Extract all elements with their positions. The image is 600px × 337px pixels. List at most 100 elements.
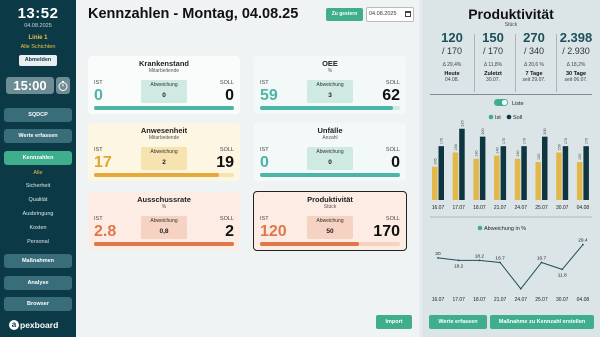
soll-label: SOLL [219, 216, 234, 222]
page-title: Kennzahlen - Montag, 04.08.25 [88, 6, 299, 22]
bar-ist[interactable] [556, 152, 562, 201]
kpis-button[interactable]: Kennzahlen [4, 151, 72, 165]
soll-label: SOLL [385, 216, 400, 222]
bar-soll[interactable] [583, 146, 589, 200]
bar-soll[interactable] [542, 136, 548, 200]
bar-soll[interactable] [521, 146, 527, 200]
progress-fill [260, 106, 393, 110]
bar-soll[interactable] [562, 146, 569, 200]
kpi-unit: Anzahl [322, 135, 338, 141]
panel-enter-values-button[interactable]: Werte erfassen [429, 315, 487, 329]
apexboard-logo: a pexboard [9, 319, 73, 331]
list-toggle[interactable]: Liste [494, 99, 524, 107]
bar-soll[interactable] [438, 146, 445, 200]
deviation-point[interactable] [457, 259, 460, 262]
bar-ist[interactable] [473, 158, 479, 200]
bar-value-label: 150 [454, 144, 458, 150]
analysis-button[interactable]: Analyse [4, 276, 72, 290]
toggle-label: Liste [512, 101, 524, 107]
x-tick-label: 18.07 [473, 297, 486, 303]
kpi-card-oee[interactable]: OEE % IST SOLL 59 62 Abweichung 3 [254, 56, 406, 114]
ist-label: IST [260, 80, 269, 86]
kpi-card-sick-leave[interactable]: Krankenstand Mitarbeitende IST SOLL 0 0 … [88, 56, 240, 114]
kpi-card-attendance[interactable]: Anwesenheit Mitarbeitende IST SOLL 17 19… [88, 123, 240, 181]
ist-label: IST [260, 147, 269, 153]
stat-value: 2.398 [559, 30, 593, 45]
x-tick-label: 04.08 [577, 205, 590, 211]
previous-day-button[interactable]: Zu gestern [326, 8, 363, 21]
kpi-title: Produktivität [307, 195, 353, 204]
enter-values-button[interactable]: Werte erfassen [4, 129, 72, 143]
filter-costs[interactable]: Kosten [0, 225, 76, 231]
filter-quality[interactable]: Qualität [0, 197, 76, 203]
bar-ist[interactable] [494, 155, 500, 200]
bar-ist[interactable] [576, 162, 583, 200]
deviation-point[interactable] [561, 268, 564, 271]
deviation-point[interactable] [582, 243, 584, 246]
soll-value: 0 [391, 154, 400, 171]
deviation-point[interactable] [540, 261, 543, 264]
bar-soll[interactable] [459, 128, 465, 200]
bar-ist[interactable] [535, 162, 542, 200]
toggle-knob[interactable] [501, 99, 508, 106]
bar-value-label: 170 [502, 138, 506, 144]
deviation-label: 29.4 [578, 238, 588, 244]
filter-personnel[interactable]: Personal [0, 239, 76, 245]
deviation-point[interactable] [437, 256, 439, 259]
kpi-card-accidents[interactable]: Unfälle Anzahl IST SOLL 0 0 Abweichung 0 [254, 123, 406, 181]
deviation-point[interactable] [519, 287, 522, 290]
bar-ist[interactable] [514, 158, 521, 200]
deviation-label: 16.7 [495, 256, 505, 262]
bar-ist[interactable] [432, 166, 438, 200]
bar-value-label: 120 [578, 154, 582, 160]
stat-target: / 2.930 [562, 46, 590, 56]
bar-soll[interactable] [500, 146, 507, 200]
logout-button[interactable]: Abmelden [19, 55, 57, 66]
stat-30-days: 2.398 / 2.930 Δ 18,2% 30 Tage seit 06.07… [554, 30, 598, 83]
kpi-unit: Mitarbeitende [148, 68, 180, 74]
kpi-card-productivity[interactable]: Produktivität Stück IST SOLL 120 170 Abw… [253, 191, 407, 251]
stat-delta: Δ 29,4% [442, 62, 462, 68]
legend-ist: Ist [495, 115, 501, 121]
deviation-value: 0 [328, 159, 332, 166]
browser-button[interactable]: Browser [4, 297, 72, 311]
filter-safety[interactable]: Sicherheit [0, 183, 76, 189]
filter-all[interactable]: Alle [0, 170, 76, 176]
timer-button[interactable] [56, 77, 70, 94]
import-button[interactable]: Import [376, 315, 412, 329]
line-selector[interactable]: Linie 1 [0, 35, 76, 41]
measures-button[interactable]: Maßnahmen [4, 254, 72, 268]
clock-date: 04.08.2025 [24, 23, 52, 29]
stopwatch-icon [58, 81, 68, 91]
calendar-icon[interactable] [405, 11, 411, 17]
filter-output[interactable]: Ausbringung [0, 211, 76, 217]
bar-soll[interactable] [479, 136, 486, 200]
deviation-point[interactable] [499, 261, 501, 264]
progress-track [260, 173, 400, 177]
x-tick-label: 16.07 [432, 297, 445, 303]
soll-value: 19 [216, 154, 234, 171]
legend-soll-dot [506, 114, 512, 120]
main-area: Kennzahlen - Montag, 04.08.25 Zu gestern… [76, 0, 419, 337]
date-field-value: 04.08.2025 [369, 11, 397, 17]
sqdcp-button[interactable]: SQDCP [4, 108, 72, 122]
soll-value: 0 [225, 87, 234, 104]
progress-fill [94, 242, 234, 246]
deviation-label: 18.2 [475, 253, 485, 259]
kpi-unit: % [327, 68, 333, 74]
bar-ist[interactable] [452, 152, 459, 201]
legend-deviation-dot [477, 225, 483, 231]
soll-label: SOLL [385, 80, 400, 86]
kpi-card-scrap-rate[interactable]: Ausschussrate % IST SOLL 2.8 2 Abweichun… [88, 192, 240, 250]
x-tick-label: 25.07 [535, 205, 548, 211]
ist-value: 17 [94, 154, 112, 171]
date-field[interactable]: 04.08.2025 [366, 7, 414, 22]
deviation-point[interactable] [478, 259, 481, 262]
progress-track [94, 173, 234, 177]
ist-label: IST [94, 80, 103, 86]
create-measure-button[interactable]: Maßnahme zu Kennzahl erstellen [490, 315, 594, 329]
stat-delta: Δ 11,8% [483, 62, 503, 68]
kpi-title: Unfälle [317, 126, 343, 135]
ist-label: IST [94, 216, 103, 222]
shift-selector[interactable]: Alle Schichten [0, 44, 76, 50]
